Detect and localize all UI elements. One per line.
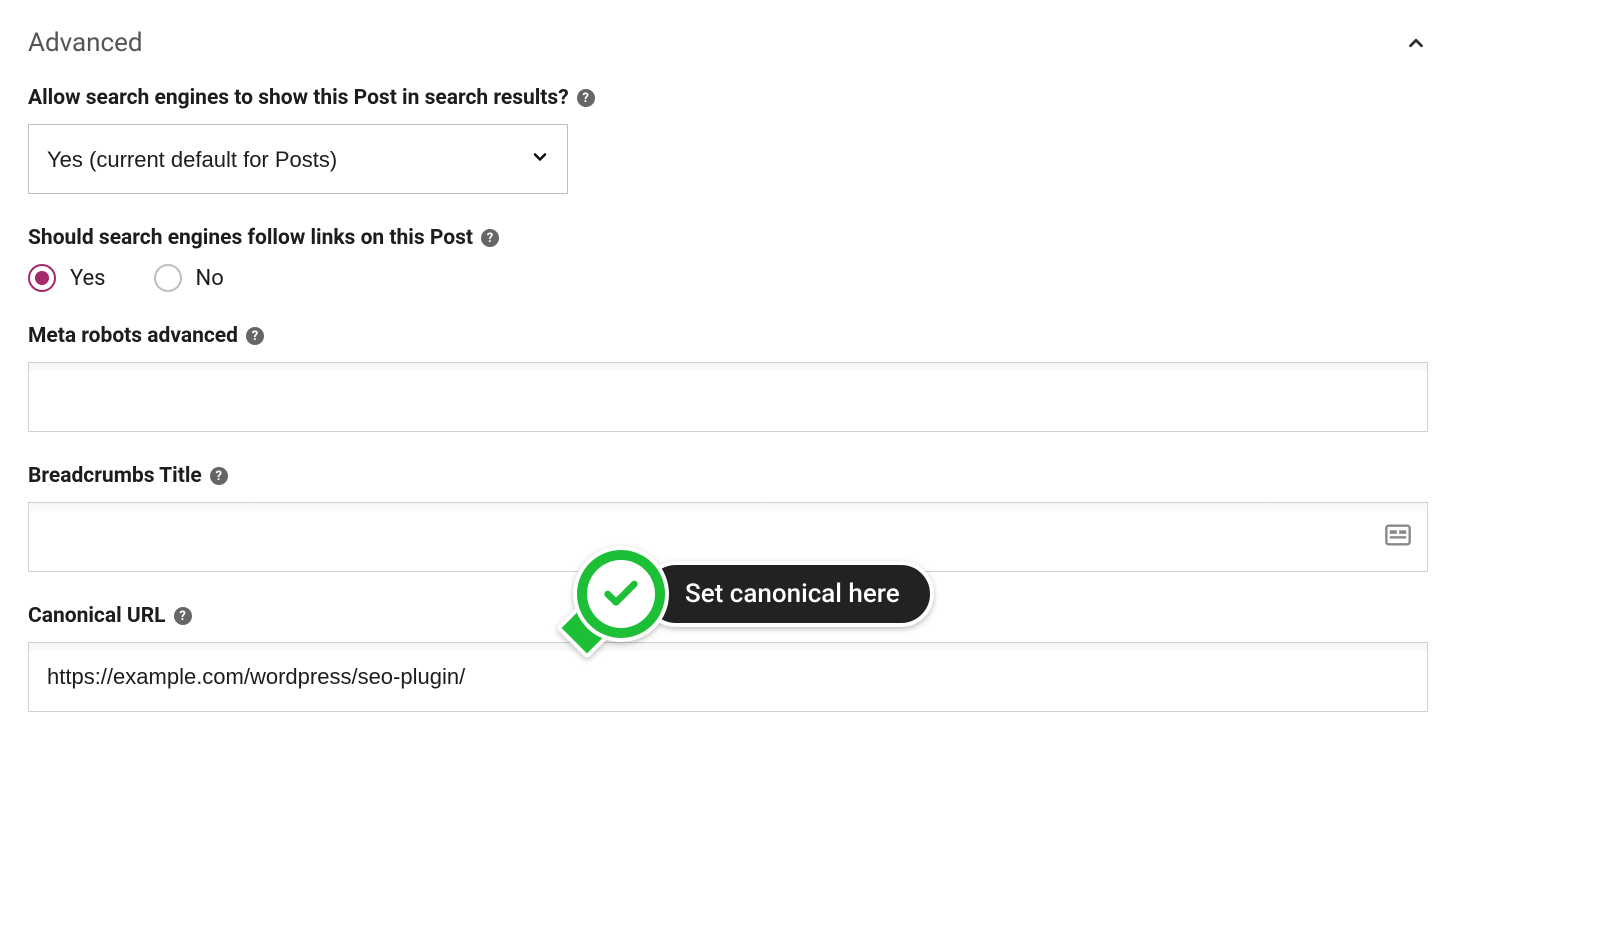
allow-search-field: Allow search engines to show this Post i…: [28, 86, 1428, 194]
collapse-toggle[interactable]: [1404, 31, 1428, 55]
help-icon[interactable]: ?: [210, 467, 228, 485]
follow-links-no[interactable]: No: [154, 264, 224, 292]
panel-header: Advanced: [28, 28, 1428, 58]
meta-robots-field: Meta robots advanced ?: [28, 324, 1428, 432]
radio-button-icon: [154, 264, 182, 292]
help-icon[interactable]: ?: [577, 89, 595, 107]
panel-title: Advanced: [28, 28, 143, 58]
meta-robots-label-text: Meta robots advanced: [28, 324, 238, 348]
follow-links-radio-group: Yes No: [28, 264, 1428, 292]
help-icon[interactable]: ?: [246, 327, 264, 345]
meta-robots-input[interactable]: [28, 362, 1428, 432]
radio-button-icon: [28, 264, 56, 292]
insert-variable-icon[interactable]: [1384, 521, 1412, 553]
canonical-label-text: Canonical URL: [28, 604, 166, 628]
follow-links-field: Should search engines follow links on th…: [28, 226, 1428, 292]
allow-search-label-text: Allow search engines to show this Post i…: [28, 86, 569, 110]
help-icon[interactable]: ?: [481, 229, 499, 247]
annotation-badge: [573, 546, 669, 642]
radio-label-yes: Yes: [70, 266, 106, 291]
radio-label-no: No: [196, 266, 224, 291]
allow-search-label: Allow search engines to show this Post i…: [28, 86, 1428, 110]
follow-links-label-text: Should search engines follow links on th…: [28, 226, 473, 250]
chevron-up-icon: [1405, 32, 1427, 54]
meta-robots-input-wrap: [28, 362, 1428, 432]
canonical-input[interactable]: [28, 642, 1428, 712]
check-icon: [601, 574, 641, 614]
help-icon[interactable]: ?: [174, 607, 192, 625]
breadcrumbs-label-text: Breadcrumbs Title: [28, 464, 202, 488]
allow-search-select-wrap: Yes (current default for Posts): [28, 124, 568, 194]
allow-search-select[interactable]: Yes (current default for Posts): [28, 124, 568, 194]
annotation-callout: Set canonical here: [573, 546, 934, 642]
annotation-text: Set canonical here: [643, 561, 934, 627]
meta-robots-label: Meta robots advanced ?: [28, 324, 1428, 348]
breadcrumbs-label: Breadcrumbs Title ?: [28, 464, 1428, 488]
canonical-input-wrap: [28, 642, 1428, 712]
canonical-field: Canonical URL ? Set canonical here: [28, 604, 1428, 712]
advanced-panel: Advanced Allow search engines to show th…: [28, 28, 1428, 712]
follow-links-label: Should search engines follow links on th…: [28, 226, 1428, 250]
follow-links-yes[interactable]: Yes: [28, 264, 106, 292]
